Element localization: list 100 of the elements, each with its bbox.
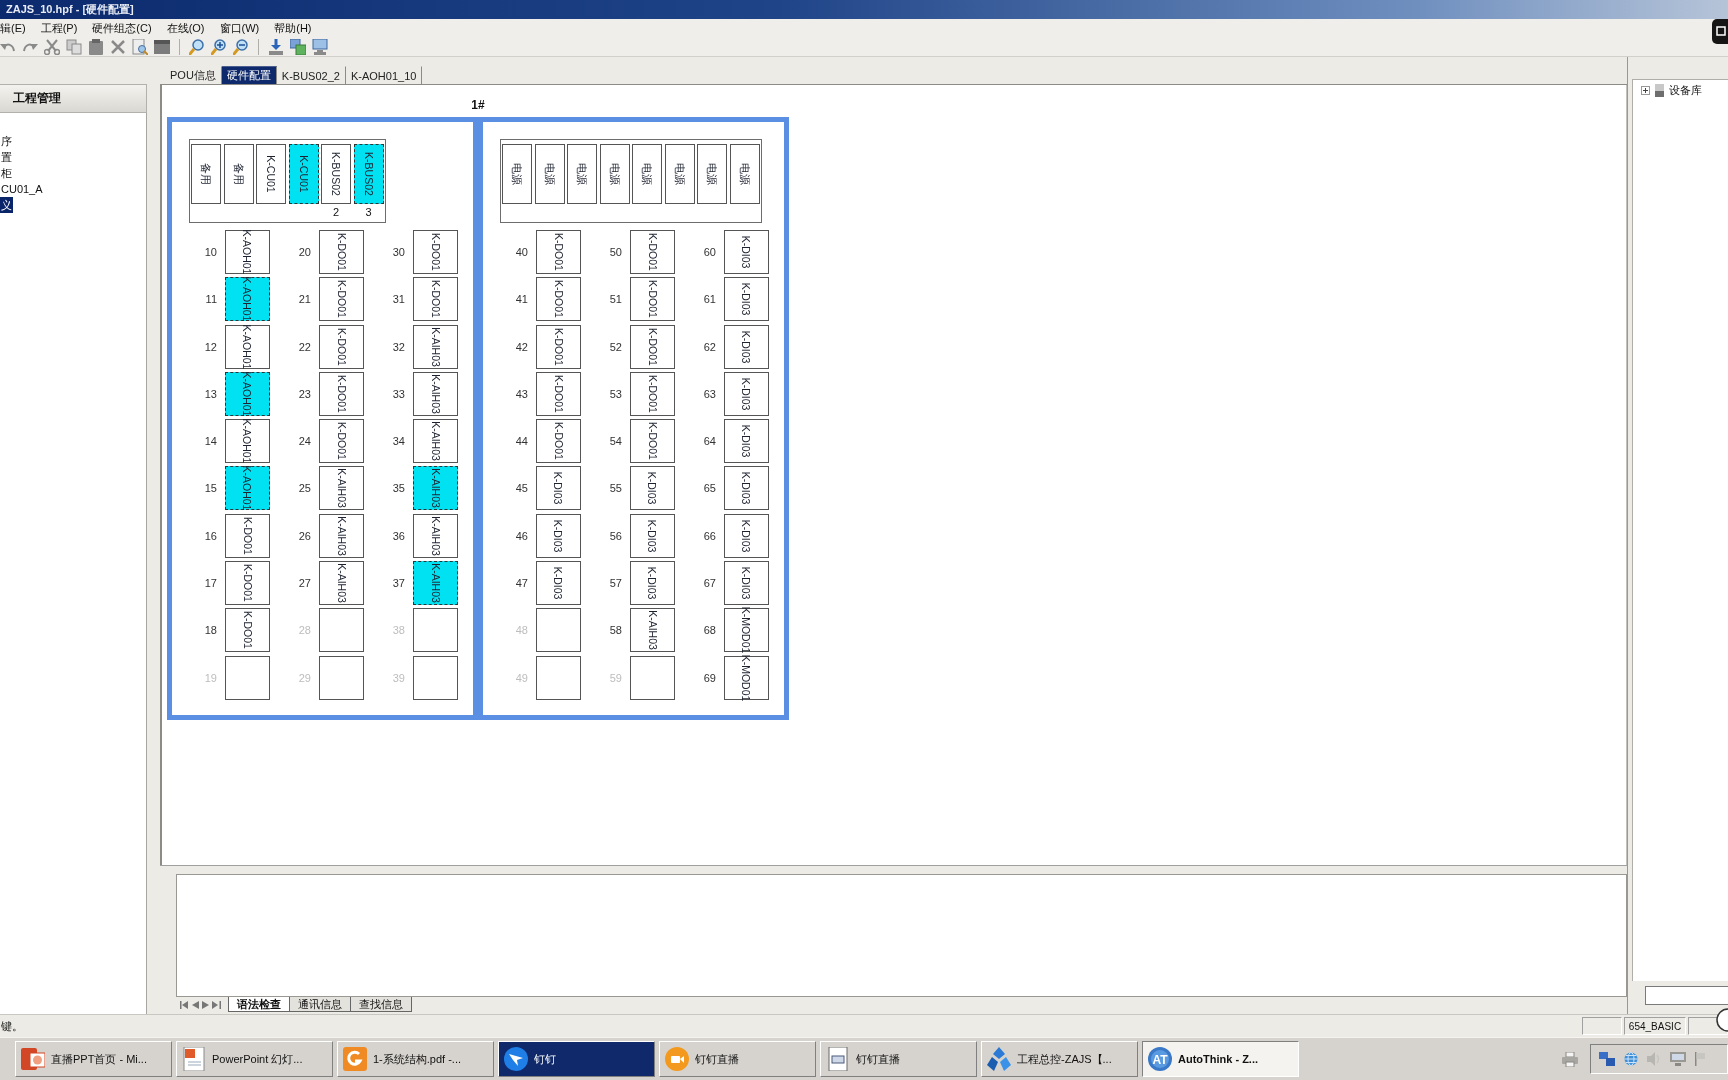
module-card[interactable]: K-AOH01 bbox=[225, 277, 270, 322]
module-card[interactable]: K-BUS02 bbox=[353, 144, 384, 204]
right-arrow-icon[interactable] bbox=[202, 1001, 209, 1009]
output-tab[interactable]: 查找信息 bbox=[350, 997, 412, 1012]
module-card[interactable]: K-AIH03 bbox=[413, 466, 458, 511]
module-card[interactable]: K-CU01 bbox=[288, 144, 319, 204]
menu-item[interactable]: 帮助(H) bbox=[274, 20, 312, 36]
empty-slot[interactable] bbox=[536, 608, 581, 653]
left-arrow-icon[interactable] bbox=[192, 1001, 199, 1009]
network-icon[interactable] bbox=[1599, 1052, 1615, 1066]
module-card[interactable]: K-DO01 bbox=[536, 324, 581, 369]
taskbar-button[interactable]: 1-系统结构.pdf -... bbox=[337, 1041, 494, 1077]
expand-icon[interactable] bbox=[1641, 86, 1650, 95]
computer-icon[interactable] bbox=[312, 38, 328, 55]
module-card[interactable]: K-MOD01 bbox=[724, 608, 769, 653]
module-card[interactable]: K-AIH03 bbox=[319, 513, 364, 558]
module-card[interactable]: K-DI03 bbox=[724, 230, 769, 274]
square-tile-icon[interactable] bbox=[1712, 19, 1728, 44]
module-card[interactable]: K-DO01 bbox=[319, 371, 364, 416]
menu-item[interactable]: 在线(O) bbox=[166, 20, 205, 36]
empty-slot[interactable] bbox=[319, 608, 364, 653]
zoom-in-icon[interactable] bbox=[211, 38, 227, 55]
first-arrow-icon[interactable] bbox=[180, 1001, 189, 1009]
module-card[interactable]: K-DO01 bbox=[319, 419, 364, 464]
copy-icon[interactable] bbox=[66, 38, 82, 55]
menu-item[interactable]: 窗口(W) bbox=[219, 20, 260, 36]
module-card[interactable]: K-DO01 bbox=[536, 230, 581, 274]
menu-item[interactable]: 辑(E) bbox=[0, 20, 26, 36]
empty-slot[interactable] bbox=[413, 608, 458, 653]
editor-tab[interactable]: POU信息 bbox=[165, 66, 222, 84]
module-card[interactable]: K-DO01 bbox=[630, 419, 675, 464]
ring-icon[interactable] bbox=[1714, 1008, 1728, 1032]
module-card[interactable]: K-DO01 bbox=[319, 277, 364, 322]
module-card[interactable]: K-DO01 bbox=[630, 371, 675, 416]
last-arrow-icon[interactable] bbox=[212, 1001, 221, 1009]
taskbar-button[interactable]: 钉钉直播 bbox=[820, 1041, 977, 1077]
taskbar-button[interactable]: 钉钉直播 bbox=[659, 1041, 816, 1077]
search-icon[interactable] bbox=[189, 38, 205, 55]
tree-item[interactable]: 置 bbox=[0, 149, 13, 165]
tree-item[interactable]: 义 bbox=[0, 197, 13, 213]
module-card[interactable]: K-AIH03 bbox=[413, 561, 458, 606]
empty-slot[interactable] bbox=[319, 655, 364, 700]
output-tab[interactable]: 语法检查 bbox=[228, 997, 290, 1012]
module-card[interactable]: K-AIH03 bbox=[630, 608, 675, 653]
editor-tab[interactable]: K-BUS02_2 bbox=[276, 66, 346, 84]
tree-item[interactable]: 设备库 bbox=[1669, 83, 1702, 98]
module-card[interactable]: 电源 bbox=[697, 144, 727, 204]
globe-icon[interactable] bbox=[1624, 1052, 1638, 1066]
tree-item[interactable]: 柜 bbox=[0, 165, 13, 181]
module-card[interactable]: K-DO01 bbox=[630, 277, 675, 322]
empty-slot[interactable] bbox=[413, 655, 458, 700]
module-card[interactable]: 备用 bbox=[223, 144, 254, 204]
module-card[interactable]: K-DI03 bbox=[724, 277, 769, 322]
taskbar-button[interactable]: 直播PPT首页 - Mi... bbox=[15, 1041, 172, 1077]
module-card[interactable]: K-DI03 bbox=[724, 513, 769, 558]
output-tab[interactable]: 通讯信息 bbox=[289, 997, 351, 1012]
editor-tab[interactable]: K-AOH01_10 bbox=[345, 66, 423, 84]
menu-item[interactable]: 硬件组态(C) bbox=[92, 20, 152, 36]
module-card[interactable]: K-DI03 bbox=[630, 561, 675, 606]
zoom-out-icon[interactable] bbox=[233, 38, 249, 55]
module-card[interactable]: 电源 bbox=[632, 144, 662, 204]
download-icon[interactable] bbox=[268, 38, 284, 55]
module-card[interactable]: K-DO01 bbox=[536, 419, 581, 464]
module-card[interactable]: 备用 bbox=[191, 144, 221, 204]
module-card[interactable]: K-AIH03 bbox=[413, 419, 458, 464]
module-card[interactable]: K-DI03 bbox=[724, 324, 769, 369]
taskbar-button[interactable]: 钉钉 bbox=[498, 1041, 655, 1077]
delete-icon[interactable] bbox=[110, 38, 126, 55]
module-card[interactable]: K-AIH03 bbox=[319, 466, 364, 511]
empty-slot[interactable] bbox=[630, 655, 675, 700]
module-card[interactable]: K-DO01 bbox=[630, 324, 675, 369]
flag-icon[interactable] bbox=[1695, 1052, 1705, 1066]
module-card[interactable]: K-CU01 bbox=[256, 144, 286, 204]
module-card[interactable]: K-AOH01 bbox=[225, 371, 270, 416]
empty-slot[interactable] bbox=[225, 655, 270, 700]
module-card[interactable]: 电源 bbox=[599, 144, 630, 204]
module-card[interactable]: K-DO01 bbox=[225, 513, 270, 558]
window-icon[interactable] bbox=[154, 38, 170, 55]
module-card[interactable]: K-DO01 bbox=[319, 230, 364, 274]
module-card[interactable]: K-AIH03 bbox=[413, 513, 458, 558]
monitor-icon[interactable] bbox=[1670, 1052, 1686, 1066]
module-card[interactable]: K-DI03 bbox=[724, 466, 769, 511]
stacked-windows-icon[interactable] bbox=[290, 38, 306, 55]
module-card[interactable]: K-DO01 bbox=[225, 561, 270, 606]
module-card[interactable]: K-DI03 bbox=[630, 466, 675, 511]
module-card[interactable]: K-DO01 bbox=[536, 371, 581, 416]
empty-slot[interactable] bbox=[536, 655, 581, 700]
printer-icon[interactable] bbox=[1562, 1051, 1578, 1067]
module-card[interactable]: K-DI03 bbox=[724, 371, 769, 416]
taskbar-button[interactable]: AT AutoThink - Z... bbox=[1142, 1041, 1299, 1077]
module-card[interactable]: K-BUS02 bbox=[321, 144, 351, 204]
menu-item[interactable]: 工程(P) bbox=[40, 20, 78, 36]
module-card[interactable]: K-DI03 bbox=[536, 466, 581, 511]
module-card[interactable]: K-DO01 bbox=[413, 230, 458, 274]
module-card[interactable]: K-AIH03 bbox=[413, 371, 458, 416]
module-card[interactable]: K-DO01 bbox=[413, 277, 458, 322]
module-card[interactable]: K-AOH01 bbox=[225, 324, 270, 369]
tree-item[interactable]: 序 bbox=[0, 133, 13, 149]
module-card[interactable]: K-DI03 bbox=[536, 513, 581, 558]
module-card[interactable]: K-DI03 bbox=[536, 561, 581, 606]
